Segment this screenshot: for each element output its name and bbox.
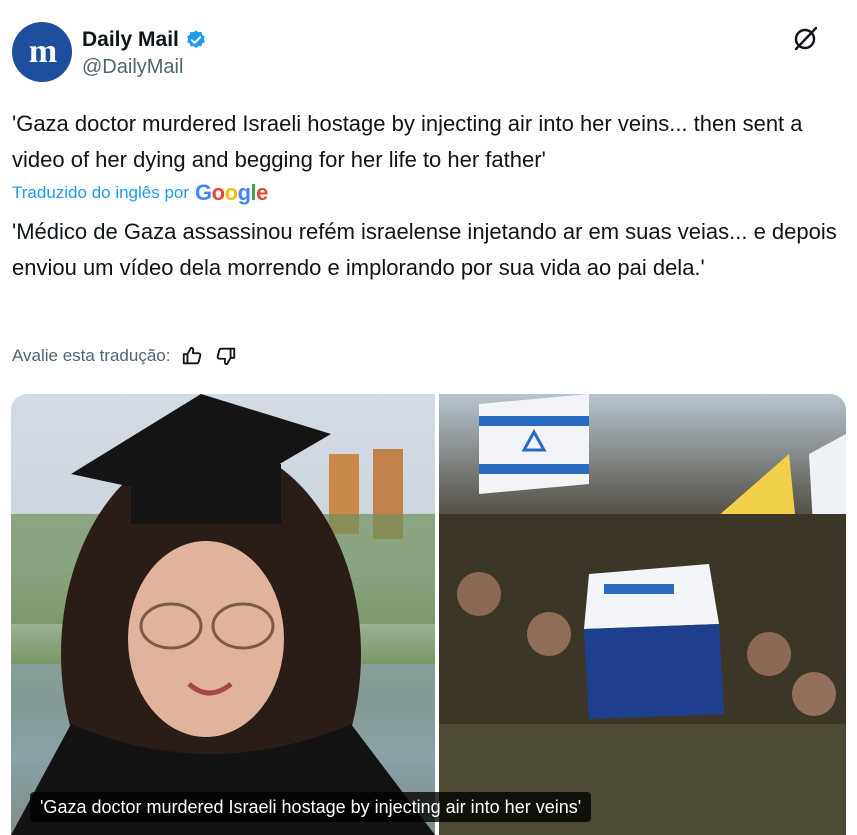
tweet-header: m Daily Mail @DailyMail (12, 22, 852, 84)
media-gallery (11, 394, 846, 835)
media-caption: 'Gaza doctor murdered Israeli hostage by… (30, 792, 592, 822)
author-name-row: Daily Mail (82, 28, 207, 52)
verified-badge-icon (186, 30, 205, 48)
tweet-text: 'Gaza doctor murdered Israeli hostage by… (12, 111, 803, 172)
translated-text: 'Médico de Gaza assassinou refém israele… (12, 219, 837, 280)
translated-by-label: Traduzido do inglês por (12, 183, 190, 202)
google-logo[interactable]: Google (195, 180, 268, 206)
photo-graduate[interactable] (11, 394, 435, 835)
thumbs-up-icon (183, 346, 202, 365)
grok-icon[interactable] (792, 24, 820, 52)
avatar[interactable]: m (12, 22, 72, 82)
thumbs-down-button[interactable] (214, 344, 238, 368)
rate-translation: Avalie esta tradução: (12, 344, 238, 368)
graduate-photo-art (11, 394, 435, 835)
photo-funeral[interactable] (439, 394, 846, 835)
funeral-photo-art (439, 394, 846, 835)
thumbs-down-icon (217, 347, 236, 366)
thumbs-up-button[interactable] (180, 344, 204, 368)
rate-label: Avalie esta tradução: (12, 346, 171, 365)
author-handle[interactable]: @DailyMail (82, 56, 183, 79)
avatar-letters: m (28, 33, 57, 70)
author-name[interactable]: Daily Mail (82, 28, 179, 52)
translation-attribution: Traduzido do inglês por Google (12, 180, 268, 206)
